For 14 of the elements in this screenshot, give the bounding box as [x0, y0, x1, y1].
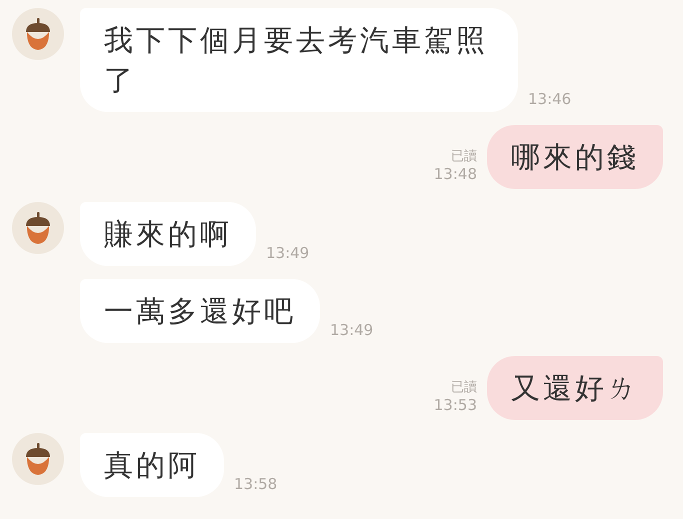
message-bubble: 又還好ㄌ	[487, 356, 663, 420]
message-bubble: 真的阿	[80, 433, 224, 497]
message-bubble: 我下下個月要去考汽車駕照了	[80, 8, 518, 112]
message-bubble: 一萬多還好吧	[80, 279, 320, 343]
message-bubble: 賺來的啊	[80, 202, 256, 266]
timestamp: 13:49	[330, 321, 374, 339]
timestamp: 13:46	[528, 90, 572, 108]
message-bubble: 哪來的錢	[487, 125, 663, 189]
timestamp: 13:53	[434, 396, 477, 414]
read-status: 已讀	[451, 379, 477, 396]
timestamp: 13:48	[434, 165, 477, 183]
timestamp: 13:58	[234, 475, 278, 493]
read-status: 已讀	[451, 148, 477, 165]
timestamp: 13:49	[266, 244, 310, 262]
